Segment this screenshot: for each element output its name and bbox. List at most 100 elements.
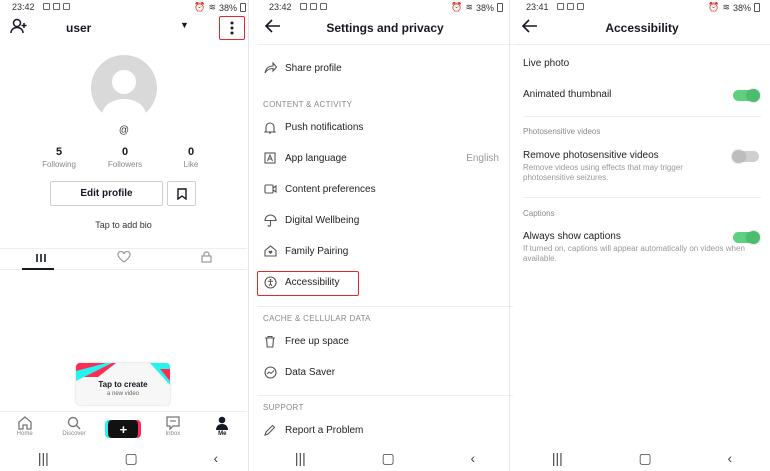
chevron-down-icon[interactable]: ▼ — [180, 20, 189, 30]
back-nav-icon[interactable]: ‹ — [727, 450, 732, 466]
menu-label: Report a Problem — [285, 425, 364, 436]
menu-free-up-space[interactable]: Free up space — [257, 330, 513, 354]
menu-share-profile[interactable]: Share profile — [257, 57, 513, 81]
settings-screen: 23:42 ⏰ ≋ 38% Settings and privacy Share… — [257, 0, 513, 471]
remove-photosensitive-toggle[interactable] — [732, 150, 759, 163]
notification-icons — [300, 3, 327, 10]
data-saver-icon — [263, 365, 277, 379]
bookmark-icon — [176, 187, 187, 200]
umbrella-icon — [263, 213, 277, 227]
toggle-knob — [732, 150, 745, 163]
menu-digital-wellbeing[interactable]: Digital Wellbeing — [257, 209, 513, 233]
page-title: Settings and privacy — [326, 21, 444, 35]
plus-icon[interactable]: + — [108, 420, 139, 438]
home-button-icon[interactable]: ▢ — [382, 450, 395, 467]
stat-likes[interactable]: 0 Like — [162, 146, 220, 169]
profile-tabs — [0, 248, 247, 270]
system-nav-bar: ||| ▢ ‹ — [514, 445, 770, 471]
edit-profile-button[interactable]: Edit profile — [50, 181, 163, 206]
create-card-title: Tap to create — [98, 380, 148, 389]
status-right: ⏰ ≋ 38% — [451, 2, 503, 13]
menu-label: Family Pairing — [285, 246, 349, 257]
accessibility-screen: 23:41 ⏰ ≋ 38% Accessibility Live photo A… — [514, 0, 770, 471]
trash-icon — [263, 334, 277, 348]
profile-screen: 23:42 ⏰ ≋ 38% user ▼ @ 5 Following 0 Fol… — [0, 0, 256, 471]
status-right: ⏰ ≋ 38% — [194, 2, 246, 13]
home-button-icon[interactable]: ▢ — [125, 450, 138, 467]
nav-label: Discover — [62, 431, 86, 437]
stat-count: 5 — [55, 146, 63, 158]
menu-label: Data Saver — [285, 367, 336, 378]
stat-followers[interactable]: 0 Followers — [96, 146, 154, 169]
nav-home[interactable]: Home — [3, 416, 47, 437]
status-time: 23:42 — [12, 2, 35, 12]
system-nav-bar: ||| ▢ ‹ — [0, 445, 256, 471]
status-bar: 23:42 ⏰ ≋ 38% — [0, 0, 256, 14]
nav-label: Home — [16, 431, 33, 437]
status-bar: 23:42 ⏰ ≋ 38% — [257, 0, 513, 14]
profile-header: user ▼ — [0, 16, 256, 40]
status-bar: 23:41 ⏰ ≋ 38% — [514, 0, 770, 14]
accessibility-highlight — [257, 271, 359, 296]
stat-label: Followers — [107, 160, 143, 169]
language-icon — [263, 151, 277, 165]
bookmark-button[interactable] — [167, 181, 196, 206]
menu-content-preferences[interactable]: Content preferences — [257, 178, 513, 202]
section-divider — [523, 116, 761, 117]
recent-apps-icon[interactable]: ||| — [295, 450, 306, 466]
tab-private[interactable] — [201, 250, 212, 268]
more-options-button[interactable] — [219, 16, 245, 40]
back-nav-icon[interactable]: ‹ — [213, 450, 218, 466]
settings-header: Settings and privacy — [257, 16, 513, 42]
nav-inbox[interactable]: Inbox — [151, 416, 195, 437]
menu-label: Share profile — [285, 63, 342, 74]
status-time: 23:42 — [269, 2, 292, 12]
bottom-nav: Home Discover + Inbox Me — [0, 411, 247, 445]
battery-percent: 38% — [732, 2, 751, 13]
recent-apps-icon[interactable]: ||| — [552, 450, 563, 466]
alarm-icon: ⏰ — [194, 2, 206, 12]
menu-push-notifications[interactable]: Push notifications — [257, 116, 513, 140]
more-vertical-icon — [230, 21, 234, 35]
profile-handle: @ — [118, 125, 130, 136]
header-divider — [514, 44, 770, 45]
avatar[interactable] — [91, 55, 157, 121]
remove-photosensitive-description: Remove videos using effects that may tri… — [523, 163, 683, 182]
menu-label: Free up space — [285, 336, 349, 347]
section-divider — [523, 197, 761, 198]
create-card-subtitle: a new video — [106, 391, 140, 397]
menu-family-pairing[interactable]: Family Pairing — [257, 240, 513, 264]
status-time: 23:41 — [526, 2, 549, 12]
live-photo-option[interactable]: Live photo — [523, 58, 569, 69]
home-button-icon[interactable]: ▢ — [639, 450, 652, 467]
stat-following[interactable]: 5 Following — [30, 146, 88, 169]
always-show-captions-description: If turned on, captions will appear autom… — [523, 244, 745, 263]
nav-discover[interactable]: Discover — [52, 416, 96, 437]
alarm-icon: ⏰ — [708, 2, 720, 12]
recent-apps-icon[interactable]: ||| — [38, 450, 49, 466]
person-icon — [216, 416, 229, 430]
section-header: Photosensitive videos — [523, 127, 601, 136]
stat-label: Like — [183, 160, 199, 169]
menu-app-language[interactable]: App language English — [257, 147, 513, 171]
menu-data-saver[interactable]: Data Saver — [257, 361, 513, 385]
add-user-icon[interactable] — [10, 18, 28, 39]
nav-label: Inbox — [165, 431, 181, 437]
share-icon — [263, 61, 277, 75]
wifi-icon: ≋ — [722, 2, 730, 12]
toggle-knob — [747, 231, 760, 244]
animated-thumbnail-toggle[interactable] — [733, 89, 760, 102]
back-nav-icon[interactable]: ‹ — [470, 450, 475, 466]
profile-stats: 5 Following 0 Followers 0 Like — [30, 146, 220, 169]
tab-videos[interactable] — [35, 250, 47, 268]
nav-me[interactable]: Me — [200, 416, 244, 437]
grid-icon — [36, 254, 46, 262]
battery-icon — [240, 3, 246, 12]
alarm-icon: ⏰ — [451, 2, 463, 12]
add-bio-prompt[interactable]: Tap to add bio — [0, 220, 247, 230]
tab-liked[interactable] — [117, 250, 131, 268]
nav-create[interactable]: + — [101, 416, 145, 438]
create-video-card[interactable]: Tap to create a new video — [76, 363, 170, 405]
menu-report-problem[interactable]: Report a Problem — [257, 419, 513, 443]
always-show-captions-toggle[interactable] — [733, 231, 760, 244]
